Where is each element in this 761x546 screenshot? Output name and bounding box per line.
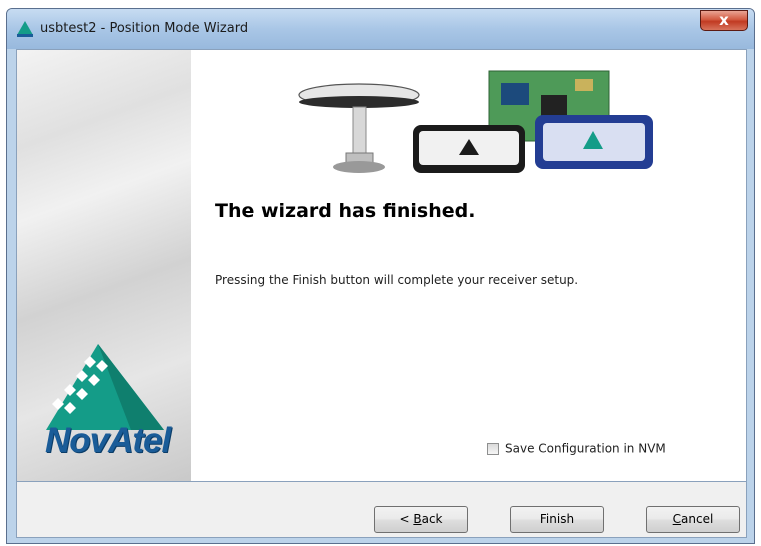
save-nvm-option[interactable]: Save Configuration in NVM xyxy=(487,438,666,457)
save-nvm-checkbox[interactable] xyxy=(487,442,499,455)
page-description: Pressing the Finish button will complete… xyxy=(215,273,579,287)
novatel-app-icon xyxy=(17,21,33,37)
cancel-mnemonic: C xyxy=(672,512,682,526)
wizard-page: NovAtel The wizard has finished. Pressin… xyxy=(16,49,747,482)
button-bar: < Back Finish Cancel xyxy=(16,482,747,538)
save-nvm-label[interactable]: Save Configuration in NVM xyxy=(505,442,666,456)
wizard-window: usbtest2 - Position Mode Wizard x NovAte… xyxy=(6,8,755,544)
receiver-products-image xyxy=(298,70,653,173)
close-icon: x xyxy=(719,11,729,29)
back-mnemonic: B xyxy=(413,512,422,526)
novatel-logo-text: NovAtel xyxy=(45,421,171,460)
title-bar[interactable]: usbtest2 - Position Mode Wizard x xyxy=(7,9,754,49)
back-prefix: < xyxy=(399,512,414,526)
novatel-logo-mark xyxy=(46,344,164,430)
wizard-sidebar: NovAtel xyxy=(17,50,191,481)
cancel-rest: ancel xyxy=(681,512,714,526)
window-title: usbtest2 - Position Mode Wizard xyxy=(40,21,249,36)
back-button[interactable]: < Back xyxy=(374,506,468,533)
cancel-button[interactable]: Cancel xyxy=(646,506,740,533)
close-button[interactable]: x xyxy=(700,10,748,31)
page-heading: The wizard has finished. xyxy=(215,200,476,222)
finish-button[interactable]: Finish xyxy=(510,506,604,533)
back-rest: ack xyxy=(421,512,443,526)
